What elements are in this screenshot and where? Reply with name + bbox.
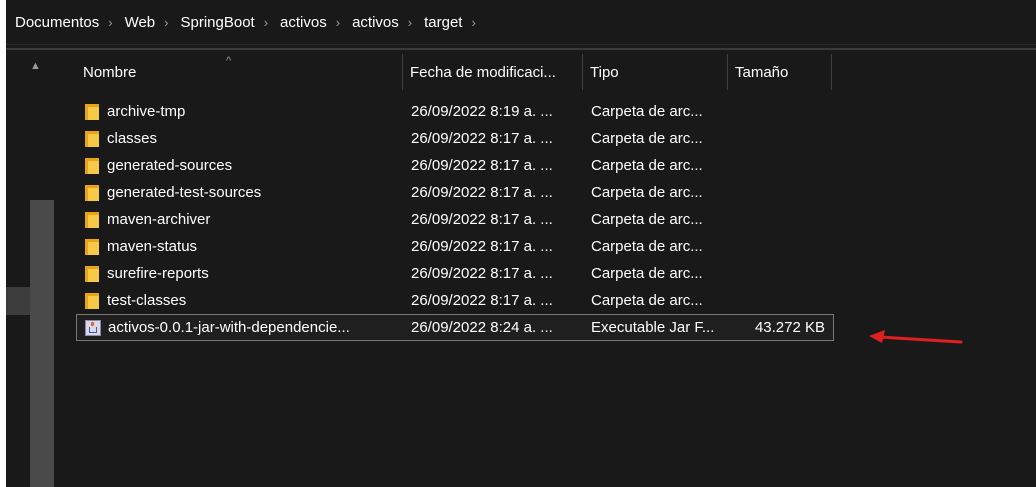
file-name: archive-tmp	[107, 103, 186, 120]
file-row[interactable]: generated-test-sources 26/09/2022 8:17 a.…	[76, 179, 834, 206]
navigation-scrollbar[interactable]	[30, 200, 54, 487]
file-row[interactable]: test-classes 26/09/2022 8:17 a. ... Carpet…	[76, 287, 834, 314]
file-name-cell: maven-status	[77, 238, 404, 255]
file-name: activos-0.0.1-jar-with-dependencie...	[108, 319, 350, 336]
chevron-right-icon[interactable]: ›	[333, 15, 343, 30]
file-row[interactable]: maven-archiver 26/09/2022 8:17 a. ... Carp…	[76, 206, 834, 233]
file-name-cell: generated-test-sources	[77, 184, 404, 201]
chevron-up-icon: ^	[226, 55, 232, 67]
chevron-right-icon[interactable]: ›	[405, 15, 415, 30]
file-name: generated-test-sources	[107, 184, 262, 201]
file-name: generated-sources	[107, 157, 233, 174]
folder-icon	[85, 130, 99, 147]
file-name-cell: generated-sources	[77, 157, 404, 174]
folder-icon	[85, 103, 99, 120]
file-name-cell: maven-archiver	[77, 211, 404, 228]
file-explorer-window: Documentos › Web › SpringBoot › activos › activo…	[6, 0, 1036, 487]
folder-icon	[85, 211, 99, 228]
column-header-type[interactable]: Tipo	[583, 54, 728, 90]
file-date: 26/09/2022 8:17 a. ...	[411, 211, 553, 228]
file-type: Carpeta de arc...	[591, 292, 703, 309]
file-name-cell: classes	[77, 130, 404, 147]
file-name: surefire-reports	[107, 265, 209, 282]
file-date: 26/09/2022 8:17 a. ...	[411, 157, 553, 174]
chevron-right-icon[interactable]: ›	[161, 15, 171, 30]
folder-icon	[85, 292, 99, 309]
file-type: Carpeta de arc...	[591, 130, 703, 147]
breadcrumb-item[interactable]: activos ›	[343, 14, 415, 31]
file-name: classes	[107, 130, 158, 147]
file-date: 26/09/2022 8:17 a. ...	[411, 238, 553, 255]
file-name-cell: surefire-reports	[77, 265, 404, 282]
breadcrumb-item[interactable]: Documentos ›	[6, 14, 116, 31]
breadcrumb-item-label: SpringBoot	[180, 13, 255, 31]
column-header-type-label: Tipo	[590, 64, 619, 81]
column-header-name-label: Nombre	[83, 64, 137, 81]
chevron-right-icon[interactable]: ›	[105, 15, 115, 30]
scroll-up-icon[interactable]: ▲	[30, 60, 41, 72]
file-name: maven-archiver	[107, 211, 211, 228]
file-size: 43.272 KB	[754, 319, 825, 336]
file-type: Carpeta de arc...	[591, 157, 703, 174]
chevron-right-icon[interactable]: ›	[261, 15, 271, 30]
file-date: 26/09/2022 8:19 a. ...	[411, 103, 553, 120]
column-header-name[interactable]: ^ Nombre	[76, 54, 403, 90]
folder-icon	[85, 238, 99, 255]
breadcrumb-item-label: Documentos	[15, 13, 100, 31]
file-list: archive-tmp 26/09/2022 8:19 a. ... Carpeta…	[76, 98, 834, 341]
breadcrumb-item-label: activos	[352, 13, 399, 31]
file-date: 26/09/2022 8:17 a. ...	[411, 265, 553, 282]
file-row[interactable]: archive-tmp 26/09/2022 8:19 a. ... Carpeta…	[76, 98, 834, 125]
folder-icon	[85, 265, 99, 282]
breadcrumb-item-label: activos	[280, 13, 327, 31]
file-date: 26/09/2022 8:24 a. ...	[411, 319, 553, 336]
column-header-date-label: Fecha de modificaci...	[410, 64, 556, 81]
file-type: Carpeta de arc...	[591, 184, 703, 201]
divider	[6, 48, 1036, 50]
column-header-size-label: Tamaño	[735, 64, 789, 81]
navigation-pane-lower	[6, 315, 30, 487]
file-row[interactable]: surefire-reports 26/09/2022 8:17 a. ... Ca…	[76, 260, 834, 287]
column-header-size[interactable]: Tamaño	[728, 54, 832, 90]
file-type: Carpeta de arc...	[591, 211, 703, 228]
column-header-date[interactable]: Fecha de modificaci...	[403, 54, 583, 90]
file-type: Carpeta de arc...	[591, 103, 703, 120]
navigation-item-selected[interactable]	[6, 287, 30, 315]
chevron-right-icon[interactable]: ›	[468, 15, 478, 30]
file-type: Carpeta de arc...	[591, 238, 703, 255]
file-name: maven-status	[107, 238, 198, 255]
breadcrumb: Documentos › Web › SpringBoot › activos › activo…	[6, 0, 1036, 45]
file-date: 26/09/2022 8:17 a. ...	[411, 130, 553, 147]
breadcrumb-item[interactable]: activos ›	[271, 14, 343, 31]
file-name-cell: archive-tmp	[77, 103, 404, 120]
folder-icon	[85, 184, 99, 201]
file-name: test-classes	[107, 292, 187, 309]
file-name-cell: activos-0.0.1-jar-with-dependencie...	[77, 319, 404, 336]
file-row[interactable]: activos-0.0.1-jar-with-dependencie... 26/…	[76, 314, 834, 341]
file-row[interactable]: generated-sources 26/09/2022 8:17 a. ... C…	[76, 152, 834, 179]
column-header-row: ^ Nombre Fecha de modificaci... Tipo Tam…	[76, 54, 832, 90]
file-type: Executable Jar F...	[591, 319, 715, 336]
file-row[interactable]: classes 26/09/2022 8:17 a. ... Carpeta de …	[76, 125, 834, 152]
file-date: 26/09/2022 8:17 a. ...	[411, 184, 553, 201]
file-type: Carpeta de arc...	[591, 265, 703, 282]
breadcrumb-item[interactable]: Web ›	[116, 14, 172, 31]
red-arrow-annotation	[869, 330, 963, 344]
file-name-cell: test-classes	[77, 292, 404, 309]
java-jar-icon	[85, 319, 101, 336]
breadcrumb-item-label: target	[424, 13, 463, 31]
breadcrumb-item-label: Web	[124, 13, 156, 31]
breadcrumb-item[interactable]: target ›	[415, 14, 479, 31]
file-date: 26/09/2022 8:17 a. ...	[411, 292, 553, 309]
folder-icon	[85, 157, 99, 174]
file-row[interactable]: maven-status 26/09/2022 8:17 a. ... Carpet…	[76, 233, 834, 260]
breadcrumb-item[interactable]: SpringBoot ›	[171, 14, 271, 31]
